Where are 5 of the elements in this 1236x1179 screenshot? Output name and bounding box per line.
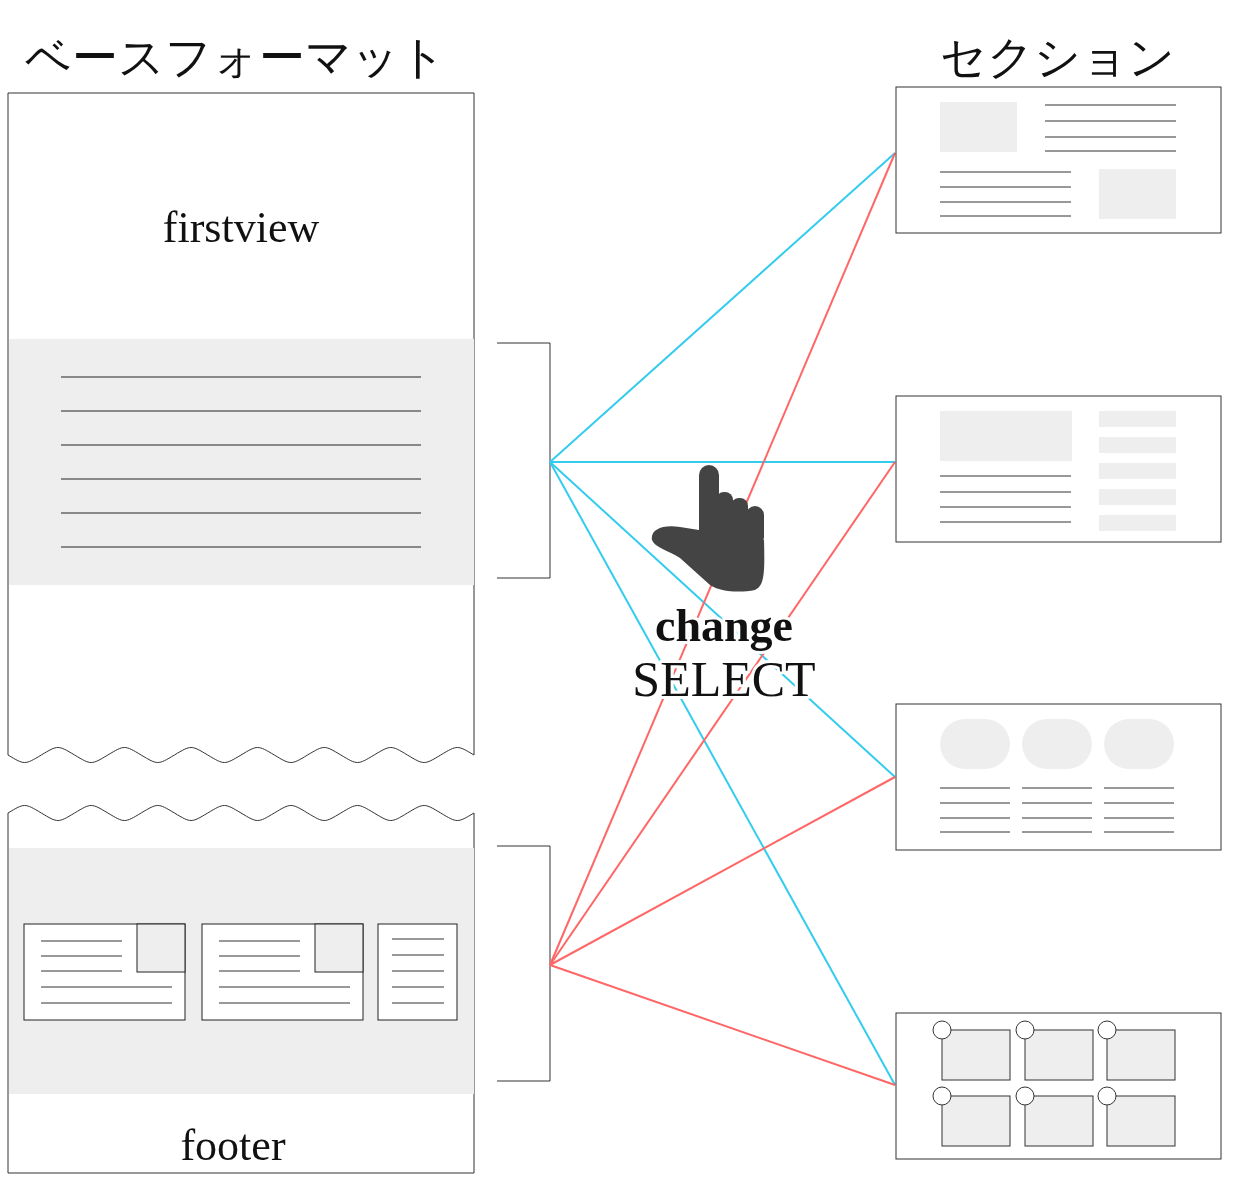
firstview-label: firstview: [162, 203, 320, 252]
diagram-title: セクション: [940, 30, 1175, 84]
pointing-hand-icon: [651, 465, 765, 592]
diagram-title: ベースフォーマット: [25, 30, 446, 84]
footer-label: footer: [180, 1121, 286, 1170]
